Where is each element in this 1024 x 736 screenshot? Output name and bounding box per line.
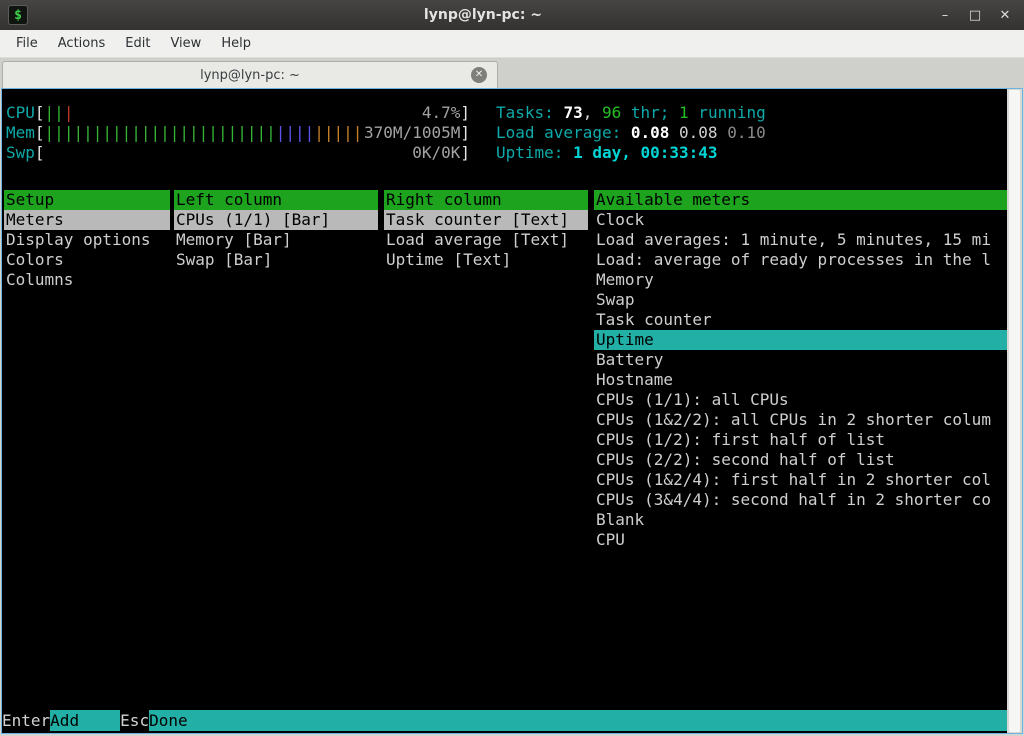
cpu-meter: CPU[||| 4.7%] — [6, 103, 470, 123]
tab-title: lynp@lyn-pc: ~ — [200, 68, 300, 83]
left-item-cpus[interactable]: CPUs (1/1) [Bar] — [174, 210, 378, 230]
avail-item-memory[interactable]: Memory — [594, 270, 1007, 290]
close-icon[interactable]: ✕ — [998, 8, 1012, 23]
avail-item-cpus-1-1[interactable]: CPUs (1/1): all CPUs — [594, 390, 1007, 410]
terminal-frame: CPU[|||4.7%] Mem[|||||||||||||||||||||||… — [1, 88, 1023, 734]
left-column-header: Left column — [174, 190, 378, 210]
terminal-screen[interactable]: CPU[|||4.7%] Mem[|||||||||||||||||||||||… — [2, 89, 1007, 733]
avail-item-cpus-12-2[interactable]: CPUs (1&2/2): all CPUs in 2 shorter colu… — [594, 410, 1007, 430]
cpu-bracket-open: [ — [35, 103, 45, 123]
menu-view[interactable]: View — [160, 32, 211, 55]
avail-item-load[interactable]: Load: average of ready processes in the … — [594, 250, 1007, 270]
dollar-glyph: $ — [14, 8, 22, 23]
avail-item-task-counter[interactable]: Task counter — [594, 310, 1007, 330]
setup-item-meters[interactable]: Meters — [4, 210, 170, 230]
left-item-swap[interactable]: Swap [Bar] — [174, 250, 378, 270]
right-column-header: Right column — [384, 190, 588, 210]
avail-item-hostname[interactable]: Hostname — [594, 370, 1007, 390]
swap-value: 0K/0K — [412, 143, 460, 163]
window-title: lynp@lyn-pc: ~ — [28, 7, 938, 23]
swap-bracket-open: [ — [35, 143, 45, 163]
uptime-row: Uptime: 1 day, 00:33:43 — [496, 143, 766, 163]
available-meters-panel: Available meters Clock Load averages: 1 … — [594, 190, 1007, 550]
cpu-bracket-close: ] — [460, 103, 470, 123]
terminal-scrollbar[interactable] — [1007, 89, 1022, 733]
mem-meter: Mem[|||||||||||||||||||||||||||||||||370… — [6, 123, 470, 143]
minimize-icon[interactable]: – — [938, 8, 952, 23]
avail-item-uptime[interactable]: Uptime — [594, 330, 1007, 350]
window-controls: – □ ✕ — [938, 8, 1016, 23]
cpu-bar: ||| — [45, 103, 74, 123]
right-item-task-counter[interactable]: Task counter [Text] — [384, 210, 588, 230]
menu-file[interactable]: File — [6, 32, 48, 55]
available-meters-header: Available meters — [594, 190, 1007, 210]
swap-meter: Swp[0K/0K] — [6, 143, 470, 163]
system-info-block: Tasks: 73, 96 thr; 1 running Load averag… — [496, 103, 766, 163]
right-column-panel: Right column Task counter [Text] Load av… — [384, 190, 588, 270]
mem-bracket-close: ] — [460, 123, 470, 143]
mem-value: 370M/1005M — [364, 123, 460, 143]
scrollbar-thumb[interactable] — [1009, 90, 1020, 732]
setup-panel-header: Setup — [4, 190, 170, 210]
avail-item-clock[interactable]: Clock — [594, 210, 1007, 230]
tab-close-icon[interactable]: ✕ — [471, 67, 487, 83]
avail-item-cpus-12-4[interactable]: CPUs (1&2/4): first half in 2 shorter co… — [594, 470, 1007, 490]
meters-block: CPU[||| 4.7%] Mem[|||||||||||||||||||||||… — [6, 103, 470, 163]
left-column-panel: Left column CPUs (1/1) [Bar] Memory [Bar… — [174, 190, 378, 270]
avail-item-swap[interactable]: Swap — [594, 290, 1007, 310]
avail-item-cpus-1-2[interactable]: CPUs (1/2): first half of list — [594, 430, 1007, 450]
avail-item-cpus-34-4[interactable]: CPUs (3&4/4): second half in 2 shorter c… — [594, 490, 1007, 510]
mem-meter-label: Mem — [6, 123, 35, 143]
fn-done-button[interactable]: Done — [149, 710, 1007, 731]
tabbar: lynp@lyn-pc: ~ ✕ — [0, 58, 1024, 88]
avail-item-cpus-2-2[interactable]: CPUs (2/2): second half of list — [594, 450, 1007, 470]
titlebar: $ lynp@lyn-pc: ~ – □ ✕ — [0, 0, 1024, 30]
fn-enter-key[interactable]: Enter — [2, 710, 50, 731]
maximize-icon[interactable]: □ — [968, 8, 982, 23]
avail-item-cpu[interactable]: CPU — [594, 530, 1007, 550]
terminal-tab[interactable]: lynp@lyn-pc: ~ ✕ — [2, 61, 498, 88]
menu-help[interactable]: Help — [211, 32, 261, 55]
right-item-uptime[interactable]: Uptime [Text] — [384, 250, 588, 270]
cpu-value: 4.7% — [422, 103, 461, 123]
load-average-row: Load average: 0.08 0.08 0.10 — [496, 123, 766, 143]
terminal-window: $ lynp@lyn-pc: ~ – □ ✕ File Actions Edit… — [0, 0, 1024, 736]
fn-esc-key[interactable]: Esc — [120, 710, 149, 731]
swap-bracket-close: ] — [460, 143, 470, 163]
avail-item-load-averages[interactable]: Load averages: 1 minute, 5 minutes, 15 m… — [594, 230, 1007, 250]
terminal-app-icon: $ — [8, 5, 28, 25]
mem-bar: ||||||||||||||||||||||||||||||||| — [45, 123, 363, 143]
setup-panel: Setup Meters Display options Colors Colu… — [4, 190, 170, 290]
mem-bracket-open: [ — [35, 123, 45, 143]
setup-item-display-options[interactable]: Display options — [4, 230, 170, 250]
left-item-memory[interactable]: Memory [Bar] — [174, 230, 378, 250]
setup-item-colors[interactable]: Colors — [4, 250, 170, 270]
swap-meter-label: Swp — [6, 143, 35, 163]
menubar: File Actions Edit View Help — [0, 30, 1024, 58]
setup-item-columns[interactable]: Columns — [4, 270, 170, 290]
tasks-row: Tasks: 73, 96 thr; 1 running — [496, 103, 766, 123]
function-key-bar: Enter Add Esc Done — [2, 710, 1007, 731]
menu-actions[interactable]: Actions — [48, 32, 116, 55]
menu-edit[interactable]: Edit — [115, 32, 160, 55]
fn-add-button[interactable]: Add — [50, 710, 120, 731]
cpu-meter-label: CPU — [6, 103, 35, 123]
right-item-load-average[interactable]: Load average [Text] — [384, 230, 588, 250]
avail-item-battery[interactable]: Battery — [594, 350, 1007, 370]
avail-item-blank[interactable]: Blank — [594, 510, 1007, 530]
